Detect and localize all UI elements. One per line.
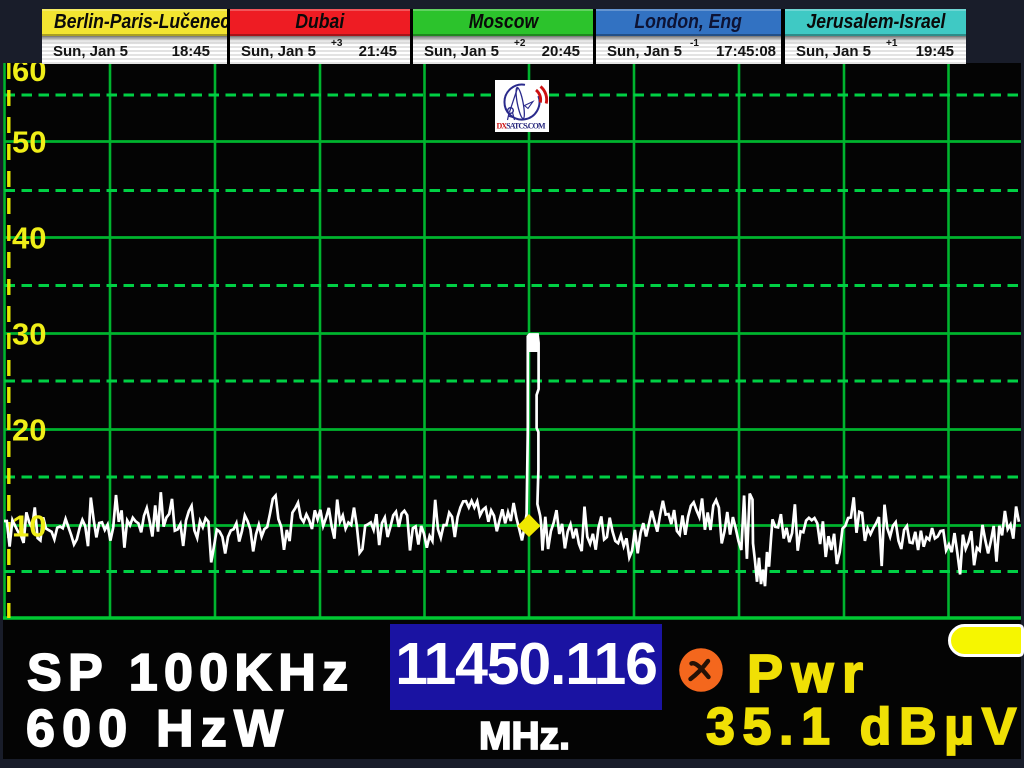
svg-text:20: 20	[12, 413, 46, 448]
svg-text:60: 60	[12, 63, 46, 88]
svg-text:10: 10	[12, 509, 46, 544]
svg-text:50: 50	[12, 125, 46, 160]
svg-text:30: 30	[12, 317, 46, 352]
svg-text:DXSATCS.COM: DXSATCS.COM	[497, 122, 546, 131]
svg-text:40: 40	[12, 221, 46, 256]
